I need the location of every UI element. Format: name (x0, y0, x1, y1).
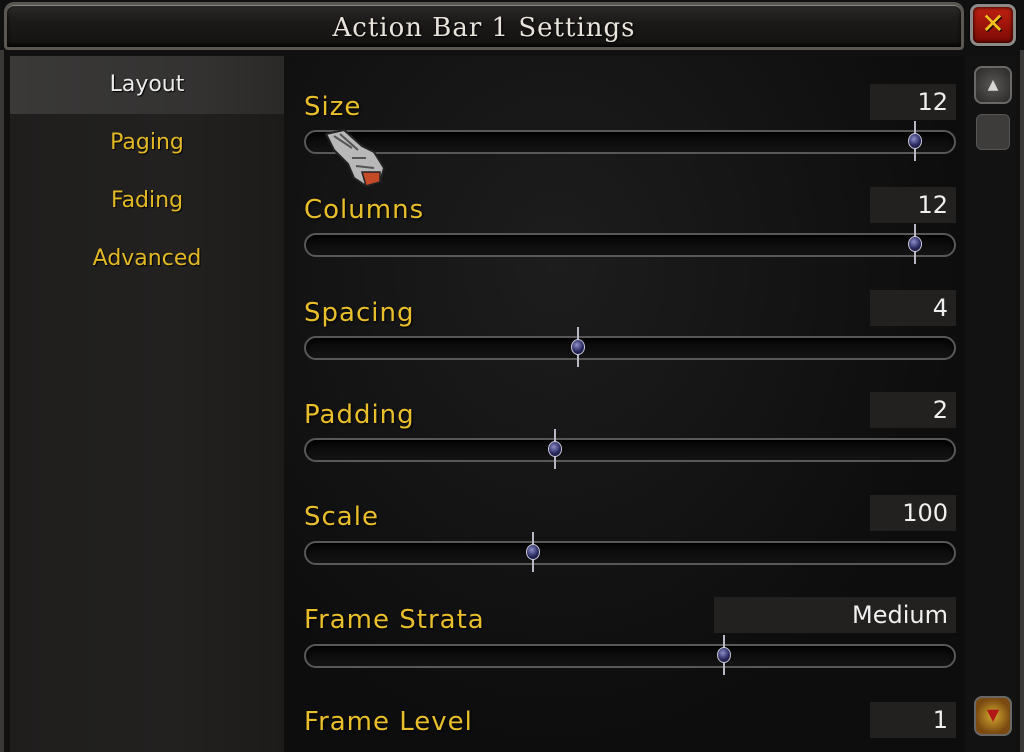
scroll-up-icon[interactable]: ▲ (974, 66, 1012, 104)
size-slider[interactable] (304, 121, 956, 161)
padding-slider-thumb[interactable] (548, 429, 563, 469)
scale-value-input[interactable]: 100 (870, 495, 956, 531)
close-button[interactable]: ✕ (970, 4, 1016, 46)
sidebar-item-advanced[interactable]: Advanced (10, 230, 284, 288)
frame-level-label: Frame Level (304, 707, 473, 737)
scale-slider-thumb[interactable] (525, 532, 540, 572)
frame-strata-value[interactable]: Medium (714, 597, 956, 633)
frame-strata-slider-thumb[interactable] (716, 635, 731, 675)
spacing-label: Spacing (304, 298, 415, 328)
size-value-input[interactable]: 12 (870, 84, 956, 120)
spacing-value-input[interactable]: 4 (870, 290, 956, 326)
close-icon: ✕ (981, 7, 1005, 40)
sidebar-item-layout[interactable]: Layout (10, 56, 284, 114)
padding-label: Padding (304, 400, 415, 430)
sidebar-item-paging[interactable]: Paging (10, 114, 284, 172)
scrollbar-thumb[interactable] (976, 114, 1010, 150)
sidebar-item-fading[interactable]: Fading (10, 172, 284, 230)
frame-strata-label: Frame Strata (304, 605, 485, 635)
scale-label: Scale (304, 502, 379, 532)
scrollbar (966, 56, 1016, 752)
sidebar: Layout Paging Fading Advanced (10, 56, 284, 752)
title-bar[interactable]: Action Bar 1 Settings (4, 2, 964, 50)
size-slider-thumb[interactable] (908, 121, 923, 161)
columns-label: Columns (304, 195, 425, 225)
size-label: Size (304, 92, 362, 122)
spacing-slider-thumb[interactable] (571, 327, 586, 367)
columns-slider-thumb[interactable] (908, 224, 923, 264)
columns-slider[interactable] (304, 224, 956, 264)
frame-strata-slider[interactable] (304, 635, 956, 675)
spacing-slider[interactable] (304, 327, 956, 367)
frame-level-value-input[interactable]: 1 (870, 702, 956, 738)
window-title: Action Bar 1 Settings (332, 13, 636, 43)
columns-value-input[interactable]: 12 (870, 187, 956, 223)
scroll-down-icon[interactable]: ▼ (974, 696, 1012, 736)
settings-window: Action Bar 1 Settings ✕ Layout Paging Fa… (0, 0, 1024, 752)
gauntlet-cursor-icon (324, 128, 386, 188)
scale-slider[interactable] (304, 532, 956, 572)
padding-slider[interactable] (304, 429, 956, 469)
padding-value-input[interactable]: 2 (870, 392, 956, 428)
